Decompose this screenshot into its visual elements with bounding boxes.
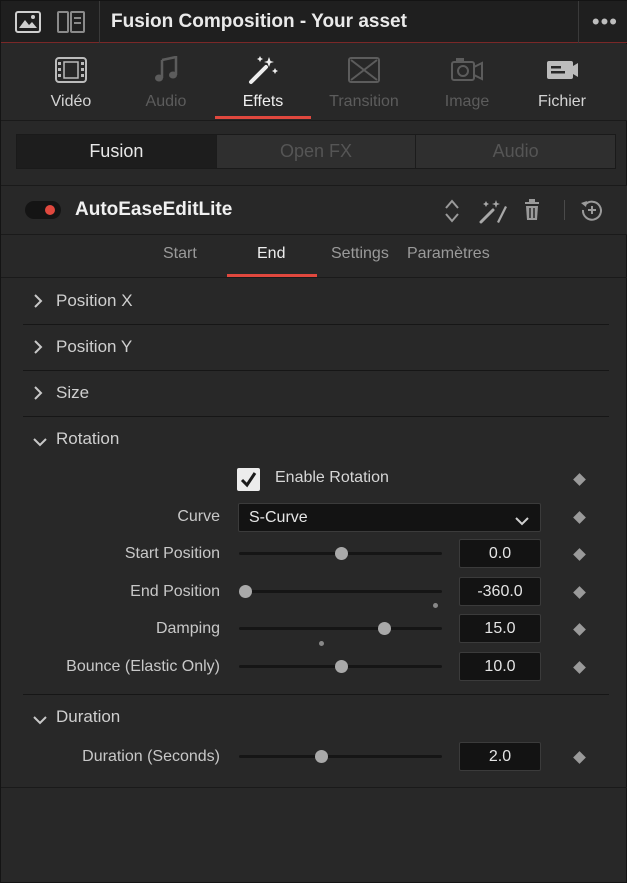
inspector-title: Fusion Composition - Your asset (111, 11, 407, 32)
chevron-down-icon (514, 513, 530, 531)
curve-value: S-Curve (249, 509, 308, 526)
image-view-icon[interactable] (15, 11, 41, 38)
section-label: Position X (56, 291, 133, 310)
chevron-down-icon (33, 712, 47, 730)
section-label: Rotation (56, 429, 120, 448)
enable-rotation-checkbox[interactable] (237, 468, 260, 491)
toggle-indicator (45, 205, 55, 215)
keyframe-diamond-icon[interactable] (573, 751, 586, 764)
section-duration[interactable]: Duration (23, 694, 609, 740)
default-value-marker (319, 641, 324, 646)
tab-video[interactable]: Vidéo (21, 52, 121, 111)
keyframe-diamond-icon[interactable] (573, 623, 586, 636)
start-position-slider[interactable] (239, 547, 442, 560)
film-icon (21, 52, 121, 88)
end-position-label: End Position (130, 583, 220, 600)
section-label: Position Y (56, 337, 133, 356)
header-divider (578, 1, 579, 43)
keyframe-diamond-icon[interactable] (573, 661, 586, 674)
chevron-right-icon (33, 386, 43, 405)
trash-icon[interactable] (523, 198, 541, 227)
toolbar-divider (564, 200, 565, 220)
start-position-label: Start Position (124, 545, 220, 562)
panel-divider (1, 787, 627, 788)
reorder-arrows-icon[interactable] (443, 198, 461, 229)
tab-effets-label: Effets (242, 93, 284, 110)
end-position-slider[interactable] (239, 585, 442, 598)
enable-rotation-label: Enable Rotation (275, 469, 389, 486)
inspector-panel: Fusion Composition - Your asset ••• Vidé… (0, 0, 627, 883)
slider-handle[interactable] (334, 547, 348, 560)
bounce-field[interactable]: 10.0 (459, 652, 541, 681)
tab-audio[interactable]: Audio (116, 52, 216, 111)
keyframe-diamond-icon[interactable] (573, 548, 586, 561)
duration-seconds-label: Duration (Seconds) (82, 748, 220, 765)
damping-slider[interactable] (239, 622, 442, 635)
magic-wand-edit-icon[interactable] (478, 198, 508, 229)
curve-label: Curve (177, 508, 220, 525)
segment-open-fx[interactable]: Open FX (217, 135, 417, 168)
bounce-label: Bounce (Elastic Only) (66, 658, 220, 675)
section-position-x[interactable]: Position X (23, 279, 609, 325)
effect-name: AutoEaseEditLite (75, 199, 233, 220)
subtab-settings[interactable]: Settings (331, 245, 389, 263)
tab-fichier[interactable]: Fichier (512, 52, 612, 111)
file-icon (512, 52, 612, 88)
section-rotation[interactable]: Rotation (23, 417, 609, 463)
default-value-marker (433, 603, 438, 608)
segment-audio[interactable]: Audio (416, 135, 615, 168)
category-tabs: Vidéo Audio Effets Transition Image Fich… (1, 44, 627, 121)
tab-effets[interactable]: Effets (213, 52, 313, 111)
effect-subtabs: Start End Settings Paramètres (1, 236, 627, 278)
slider-handle[interactable] (334, 660, 348, 673)
chevron-right-icon (33, 340, 43, 359)
section-position-y[interactable]: Position Y (23, 325, 609, 371)
tab-image[interactable]: Image (417, 52, 517, 111)
more-options-icon[interactable]: ••• (592, 9, 618, 35)
transition-icon (314, 52, 414, 88)
split-view-icon[interactable] (57, 11, 85, 38)
fx-type-segmented-control: Fusion Open FX Audio (16, 134, 616, 169)
slider-handle[interactable] (378, 622, 392, 635)
effect-enable-toggle[interactable] (25, 201, 61, 219)
tab-video-label: Vidéo (50, 93, 92, 110)
keyframe-diamond-icon[interactable] (573, 473, 586, 486)
chevron-down-icon (33, 434, 47, 452)
slider-handle[interactable] (239, 585, 252, 598)
keyframe-diamond-icon[interactable] (573, 511, 586, 524)
end-position-field[interactable]: -360.0 (459, 577, 541, 606)
damping-field[interactable]: 15.0 (459, 614, 541, 643)
effect-header-row: AutoEaseEditLite (1, 185, 627, 235)
slider-handle[interactable] (315, 750, 329, 763)
header-divider (99, 1, 100, 43)
tab-image-label: Image (444, 93, 490, 110)
camera-icon (417, 52, 517, 88)
inspector-header: Fusion Composition - Your asset ••• (1, 1, 627, 43)
curve-dropdown[interactable]: S-Curve (238, 503, 541, 532)
active-tab-indicator (215, 116, 311, 119)
tab-transition[interactable]: Transition (314, 52, 414, 111)
subtab-start[interactable]: Start (163, 245, 197, 263)
keyframe-diamond-icon[interactable] (573, 586, 586, 599)
bounce-slider[interactable] (239, 660, 442, 673)
section-label: Size (56, 383, 90, 402)
start-position-field[interactable]: 0.0 (459, 539, 541, 568)
checkmark-icon (240, 472, 257, 488)
subtab-end[interactable]: End (257, 245, 285, 263)
active-subtab-indicator (227, 274, 317, 277)
tab-fichier-label: Fichier (537, 93, 586, 110)
duration-seconds-field[interactable]: 2.0 (459, 742, 541, 771)
duration-seconds-slider[interactable] (239, 750, 442, 763)
chevron-right-icon (33, 294, 43, 313)
section-label: Duration (56, 707, 121, 726)
reset-history-icon[interactable] (580, 198, 604, 227)
damping-label: Damping (155, 620, 220, 637)
segment-fusion[interactable]: Fusion (17, 135, 217, 168)
magic-wand-icon (213, 52, 313, 88)
subtab-parametres[interactable]: Paramètres (407, 245, 490, 263)
tab-transition-label: Transition (329, 93, 399, 110)
section-size[interactable]: Size (23, 371, 609, 417)
tab-audio-label: Audio (145, 93, 187, 110)
music-note-icon (116, 52, 216, 88)
